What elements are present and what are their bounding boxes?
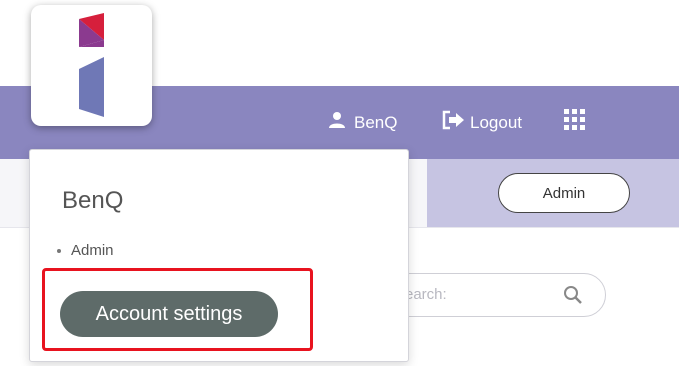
logout-icon	[442, 110, 466, 135]
app-logo-card[interactable]	[31, 5, 152, 126]
search-placeholder: earch:	[405, 286, 447, 303]
role-label: Admin	[71, 242, 114, 259]
logout-button[interactable]: Logout	[442, 86, 522, 159]
search-input[interactable]: earch:	[380, 273, 606, 317]
apps-menu-button[interactable]	[564, 86, 586, 159]
grid-apps-icon	[564, 109, 586, 136]
logout-label: Logout	[470, 112, 522, 132]
role-list-item: Admin	[57, 242, 114, 259]
admin-role-button[interactable]: Admin	[498, 173, 630, 213]
dropdown-user-name: BenQ	[62, 187, 124, 214]
search-icon[interactable]	[563, 285, 583, 310]
highlight-annotation-box	[42, 268, 313, 351]
user-icon	[328, 111, 346, 134]
bullet-icon	[57, 248, 61, 253]
user-name-label: BenQ	[354, 112, 398, 132]
